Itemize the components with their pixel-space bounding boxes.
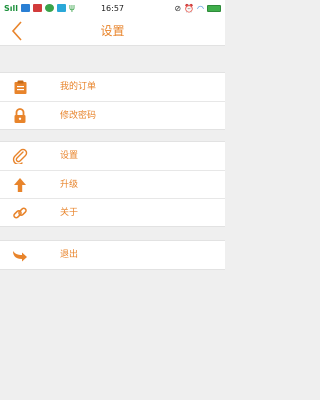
status-left: Sıll ψ — [4, 3, 75, 13]
paperclip-icon — [12, 148, 28, 164]
battery-icon — [207, 4, 221, 12]
status-bar: Sıll ψ 16:57 ⊘ ⏰ ◠ — [0, 0, 225, 16]
wifi-icon: ◠ — [197, 3, 204, 13]
menu-item-label: 升级 — [60, 180, 79, 190]
clipboard-icon — [12, 79, 28, 95]
menu-item-label: 我的订单 — [60, 82, 97, 92]
exit-arrow-icon — [12, 247, 28, 263]
menu-item-settings[interactable]: 设置 — [0, 142, 225, 170]
status-right: ⊘ ⏰ ◠ — [174, 4, 221, 13]
menu-item-logout[interactable]: 退出 — [0, 241, 225, 269]
menu-item-label: 退出 — [60, 250, 79, 260]
message-icon — [57, 4, 66, 12]
menu-group-app: 设置 升级 关于 — [0, 141, 225, 227]
header: 设置 — [0, 16, 225, 46]
page-title: 设置 — [100, 24, 125, 38]
usb-icon: ψ — [69, 3, 75, 13]
arrow-up-icon — [12, 177, 28, 193]
signal-label: Sıll — [4, 3, 18, 13]
menu-item-change-password[interactable]: 修改密码 — [0, 101, 225, 129]
silent-icon: ⊘ — [174, 3, 182, 13]
app-notification-icon — [33, 4, 42, 12]
menu-item-my-orders[interactable]: 我的订单 — [0, 73, 225, 101]
menu-group-session: 退出 — [0, 240, 225, 270]
menu-group-account: 我的订单 修改密码 — [0, 72, 225, 130]
alarm-icon: ⏰ — [184, 3, 195, 13]
lock-icon — [12, 108, 28, 124]
menu-item-label: 设置 — [60, 151, 79, 161]
menu-item-label: 修改密码 — [60, 111, 97, 121]
chat-icon — [45, 4, 54, 12]
menu-item-about[interactable]: 关于 — [0, 198, 225, 226]
signal-icon — [21, 4, 30, 12]
menu-item-label: 关于 — [60, 208, 79, 218]
link-icon — [12, 205, 28, 221]
menu-item-upgrade[interactable]: 升级 — [0, 170, 225, 198]
